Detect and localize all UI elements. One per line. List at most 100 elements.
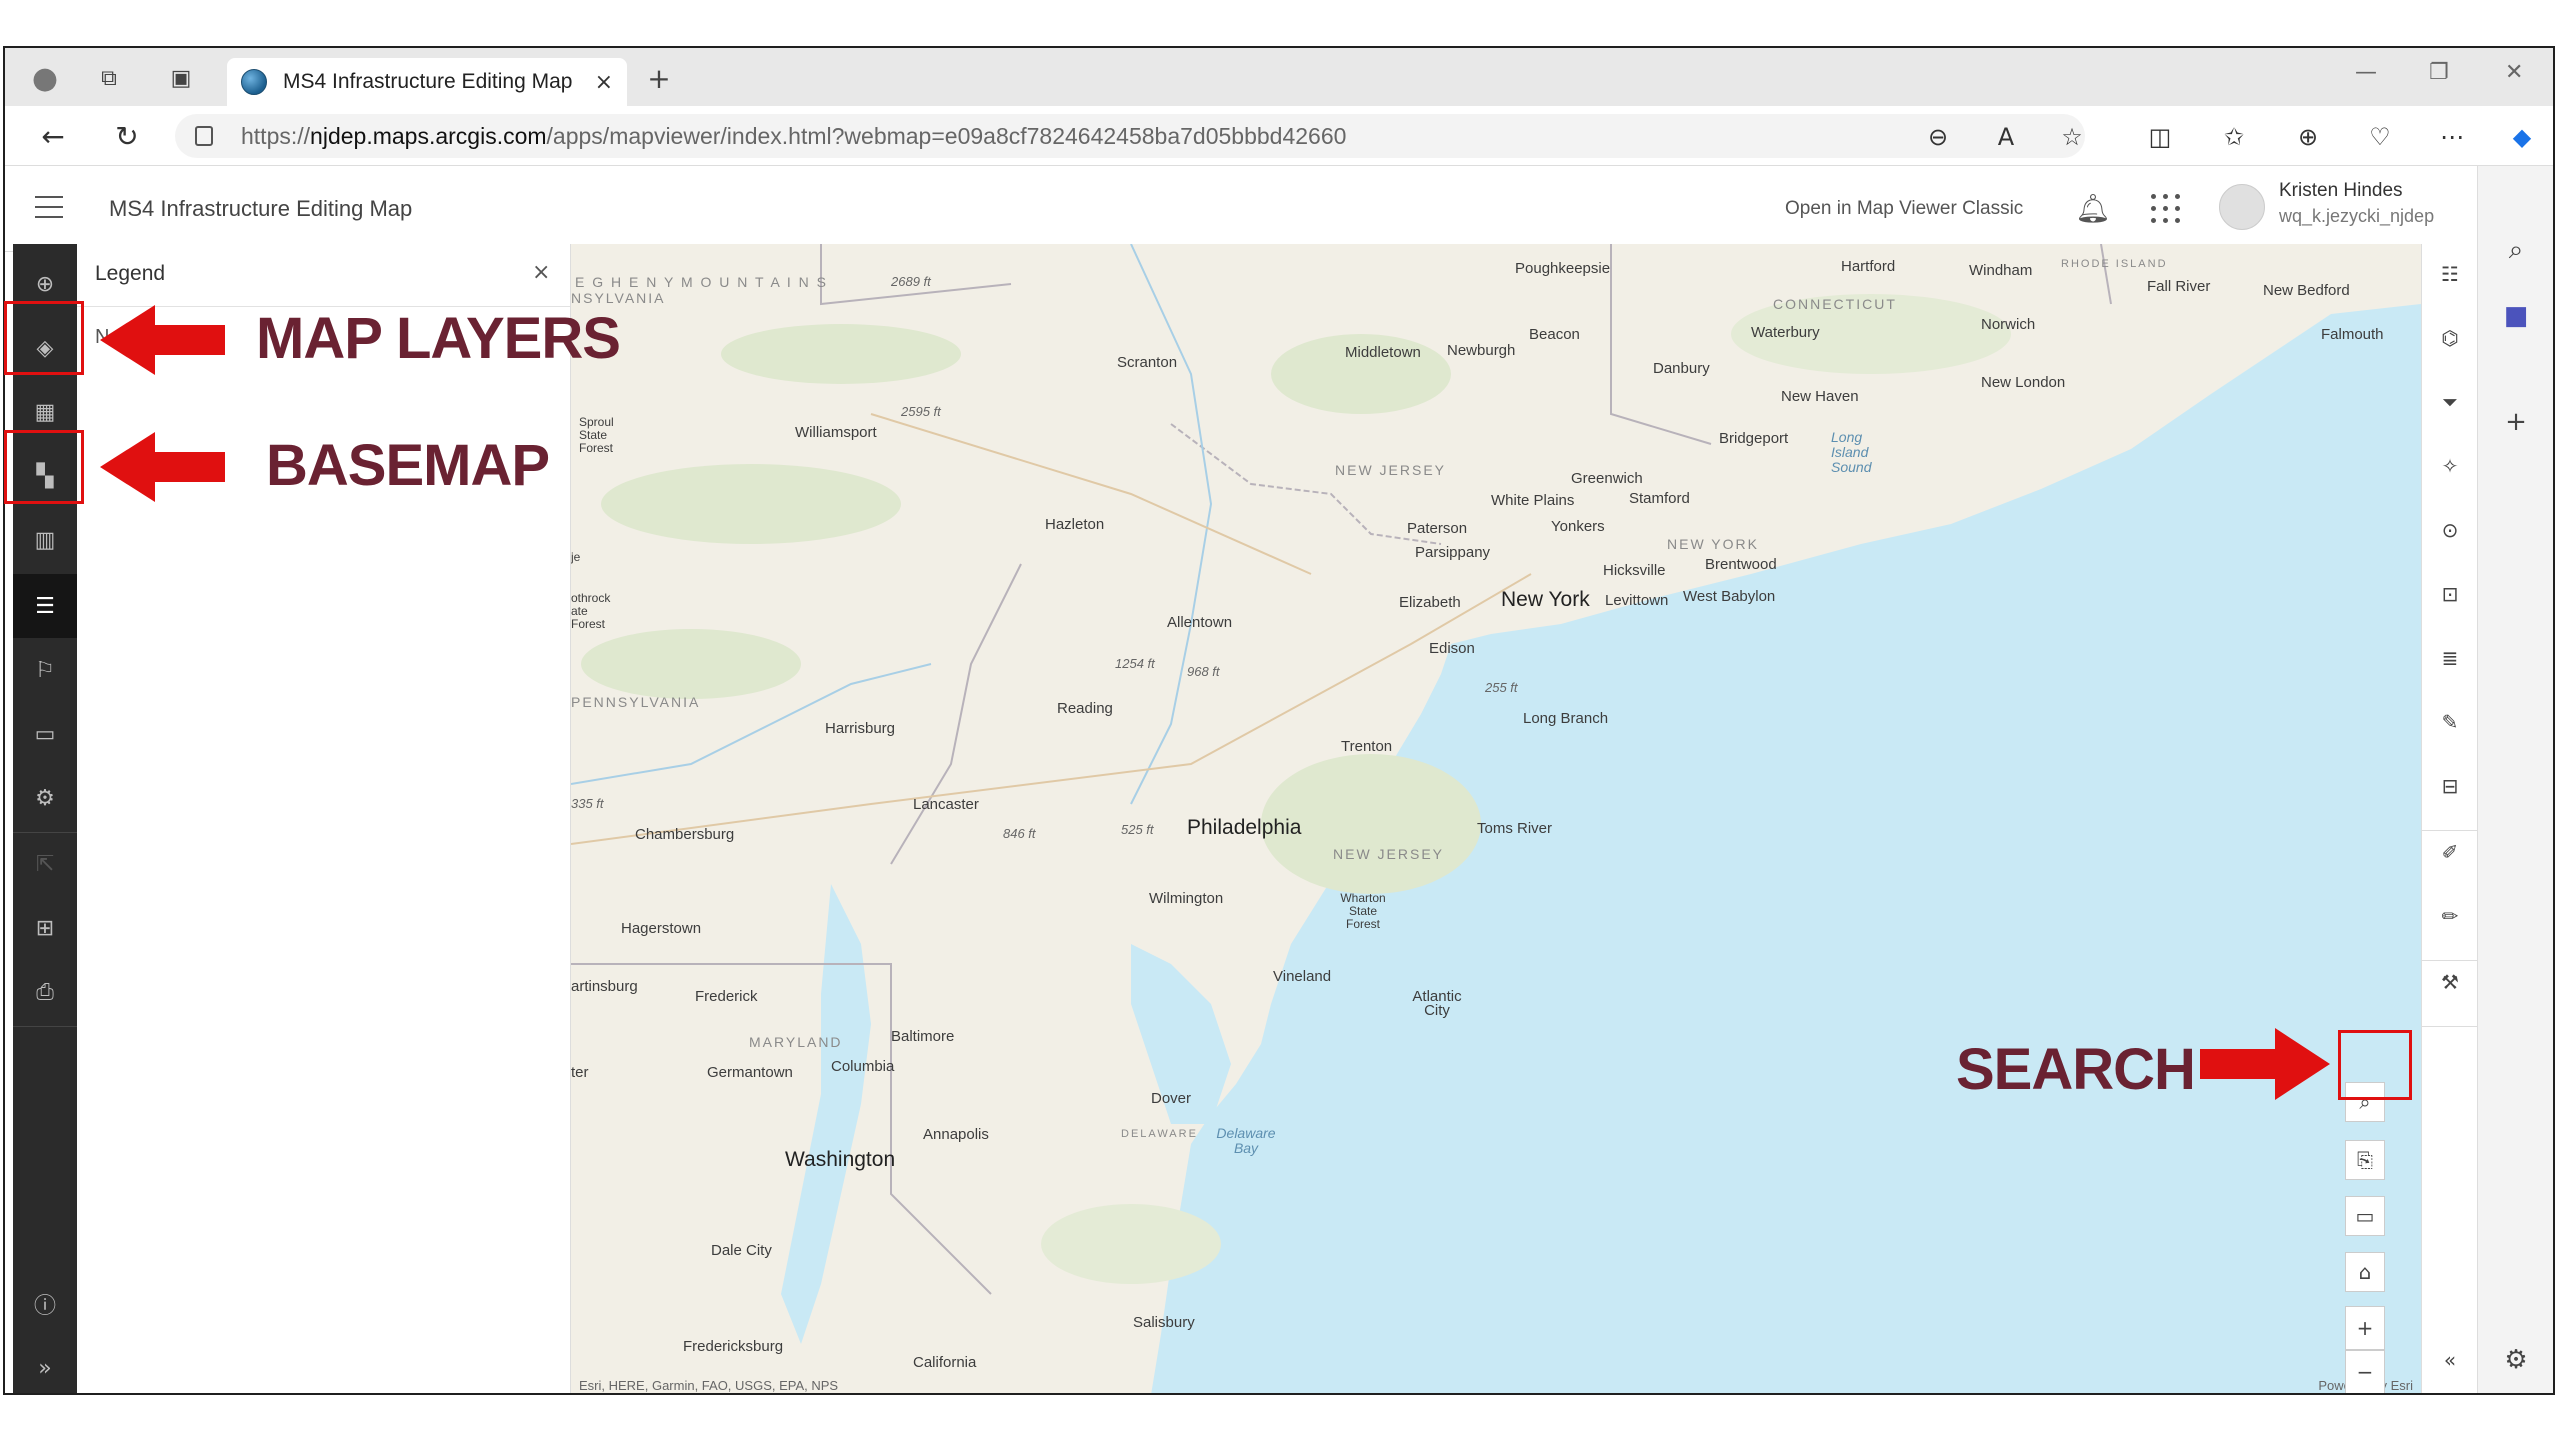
map-label: 1254 ft — [1115, 656, 1155, 671]
legend-icon[interactable]: ☰ — [13, 574, 77, 638]
zoom-in-button[interactable]: + — [2345, 1306, 2385, 1350]
create-app-icon[interactable]: ⊞ — [13, 896, 77, 960]
favorite-star-icon[interactable]: ☆ — [2055, 120, 2089, 154]
properties-icon[interactable]: ▭ — [13, 702, 77, 766]
map-label: Germantown — [707, 1064, 793, 1081]
back-icon[interactable]: ← — [35, 118, 71, 154]
map-label: RHODE ISLAND — [2061, 258, 2168, 270]
map-view[interactable]: E G H E N Y M O U N T A I N S NSYLVANIA … — [571, 244, 2421, 1393]
search-icon[interactable]: ⌕ — [2498, 232, 2534, 268]
labels-icon[interactable]: ≣ — [2432, 640, 2468, 676]
browser-tab[interactable]: MS4 Infrastructure Editing Map × — [227, 58, 627, 106]
collapse-icon[interactable]: « — [2432, 1342, 2468, 1378]
edit-icon[interactable]: ✐ — [2432, 834, 2468, 870]
map-label: Paterson — [1407, 520, 1468, 537]
info-icon[interactable]: ⓘ — [13, 1272, 77, 1336]
filter-icon[interactable]: ⏷ — [2432, 384, 2468, 420]
share-icon[interactable]: ⇱ — [13, 832, 77, 896]
close-icon[interactable]: × — [532, 260, 550, 285]
map-tools-rail: ☷ ⌬ ⏷ ✧ ⊙ ⊡ ≣ ✎ ⊟ ✐ ✏ ⚒ « — [2421, 244, 2478, 1393]
styles-tool-icon[interactable]: ⌬ — [2432, 320, 2468, 356]
map-label: Scranton — [1117, 354, 1178, 371]
workspaces-icon[interactable]: ⧉ — [91, 60, 127, 96]
copilot-icon[interactable]: ◆ — [2505, 120, 2539, 154]
screen-button[interactable]: ▭ — [2345, 1196, 2385, 1236]
map-label: Windham — [1969, 262, 2033, 279]
map-label: New York — [1501, 588, 1590, 611]
map-label: 335 ft — [571, 796, 604, 811]
app-launcher-icon[interactable] — [2151, 194, 2181, 224]
home-button[interactable]: ⌂ — [2345, 1252, 2385, 1292]
vertical-tabs-icon[interactable]: ▣ — [163, 60, 199, 96]
fields-icon[interactable]: ⊡ — [2432, 576, 2468, 612]
print-icon[interactable]: ⎙ — [13, 960, 77, 1024]
restore-icon[interactable]: ❐ — [2429, 60, 2449, 85]
map-label: Atlantic City — [1412, 988, 1462, 1019]
map-label: California — [913, 1354, 977, 1371]
close-window-icon[interactable]: ✕ — [2505, 60, 2523, 85]
map-label: Williamsport — [795, 424, 877, 441]
map-label: Middletown — [1345, 344, 1421, 361]
map-label: Fall River — [2147, 278, 2211, 295]
map-label: Greenwich — [1571, 470, 1643, 487]
add-icon[interactable]: + — [2498, 404, 2534, 440]
map-label: Hagerstown — [621, 920, 702, 937]
collections-icon[interactable]: ⊕ — [2291, 120, 2325, 154]
map-label: 525 ft — [1121, 822, 1154, 837]
draw-icon[interactable]: ✏ — [2432, 898, 2468, 934]
new-tab-button[interactable]: + — [641, 60, 677, 96]
charts-icon[interactable]: ▥ — [13, 508, 77, 572]
map-label: Vineland — [1273, 968, 1332, 985]
browser-essentials-icon[interactable]: ♡ — [2363, 120, 2397, 154]
refresh-icon[interactable]: ↻ — [109, 118, 145, 154]
arrow-basemap — [100, 432, 225, 502]
map-label: Newburgh — [1447, 342, 1516, 359]
effects-icon[interactable]: ✧ — [2432, 448, 2468, 484]
read-aloud-icon[interactable]: A — [1989, 120, 2023, 154]
map-label: Frederick — [695, 988, 758, 1005]
map-label: Hazleton — [1045, 516, 1105, 533]
map-label: 2595 ft — [901, 404, 941, 419]
properties-tool-icon[interactable]: ☷ — [2432, 256, 2468, 292]
app-title: MS4 Infrastructure Editing Map — [109, 196, 413, 221]
tab-close-icon[interactable]: × — [595, 70, 613, 95]
wrench-icon[interactable]: ⚒ — [2432, 964, 2468, 1000]
profile-icon[interactable]: ● — [27, 60, 63, 96]
map-label: Wilmington — [1149, 890, 1224, 907]
sketch-icon[interactable]: ✎ — [2432, 704, 2468, 740]
url-field[interactable]: https://njdep.maps.arcgis.com/apps/mapvi… — [175, 114, 2085, 158]
bookmarks-icon[interactable]: ⚐ — [13, 638, 77, 702]
legend-title: Legend — [95, 262, 166, 285]
avatar[interactable] — [2219, 184, 2265, 230]
zoom-icon[interactable]: ⊖ — [1921, 120, 1955, 154]
teams-icon[interactable]: ■ — [2498, 298, 2534, 334]
pop-ups-icon[interactable]: ⊙ — [2432, 512, 2468, 548]
map-label: Sproul State Forest — [579, 415, 614, 455]
tab-title: MS4 Infrastructure Editing Map — [283, 70, 573, 93]
map-attribution[interactable]: Esri, HERE, Garmin, FAO, USGS, EPA, NPS — [579, 1378, 838, 1393]
notifications-icon[interactable]: 🔔︎ — [2075, 192, 2111, 225]
search-highlight — [2338, 1030, 2412, 1100]
forms-icon[interactable]: ⊟ — [2432, 768, 2468, 804]
map-label: ter — [571, 1064, 589, 1081]
user-name[interactable]: Kristen Hindes — [2279, 180, 2403, 202]
map-label: Elizabeth — [1399, 594, 1461, 611]
more-menu-icon[interactable]: ⋯ — [2435, 120, 2469, 154]
map-label: Annapolis — [923, 1126, 989, 1143]
map-settings-icon[interactable]: ⚙ — [13, 766, 77, 830]
map-label: Columbia — [831, 1058, 895, 1075]
zoom-out-button[interactable]: − — [2345, 1350, 2385, 1393]
expand-icon[interactable]: » — [13, 1336, 77, 1393]
map-label: Wharton State Forest — [1340, 891, 1386, 931]
bookmark-map-button[interactable]: ⎘ — [2345, 1140, 2385, 1180]
favorites-icon[interactable]: ✩ — [2217, 120, 2251, 154]
lock-icon — [195, 126, 213, 146]
map-label: NEW YORK — [1667, 536, 1759, 552]
open-classic-link[interactable]: Open in Map Viewer Classic — [1785, 198, 2023, 220]
settings-gear-icon[interactable]: ⚙ — [2498, 1342, 2534, 1378]
menu-icon[interactable] — [35, 196, 63, 218]
minimize-icon[interactable]: — — [2355, 60, 2377, 85]
map-label: Norwich — [1981, 316, 2036, 333]
map-label: Parsippany — [1415, 544, 1491, 561]
split-screen-icon[interactable]: ◫ — [2143, 120, 2177, 154]
